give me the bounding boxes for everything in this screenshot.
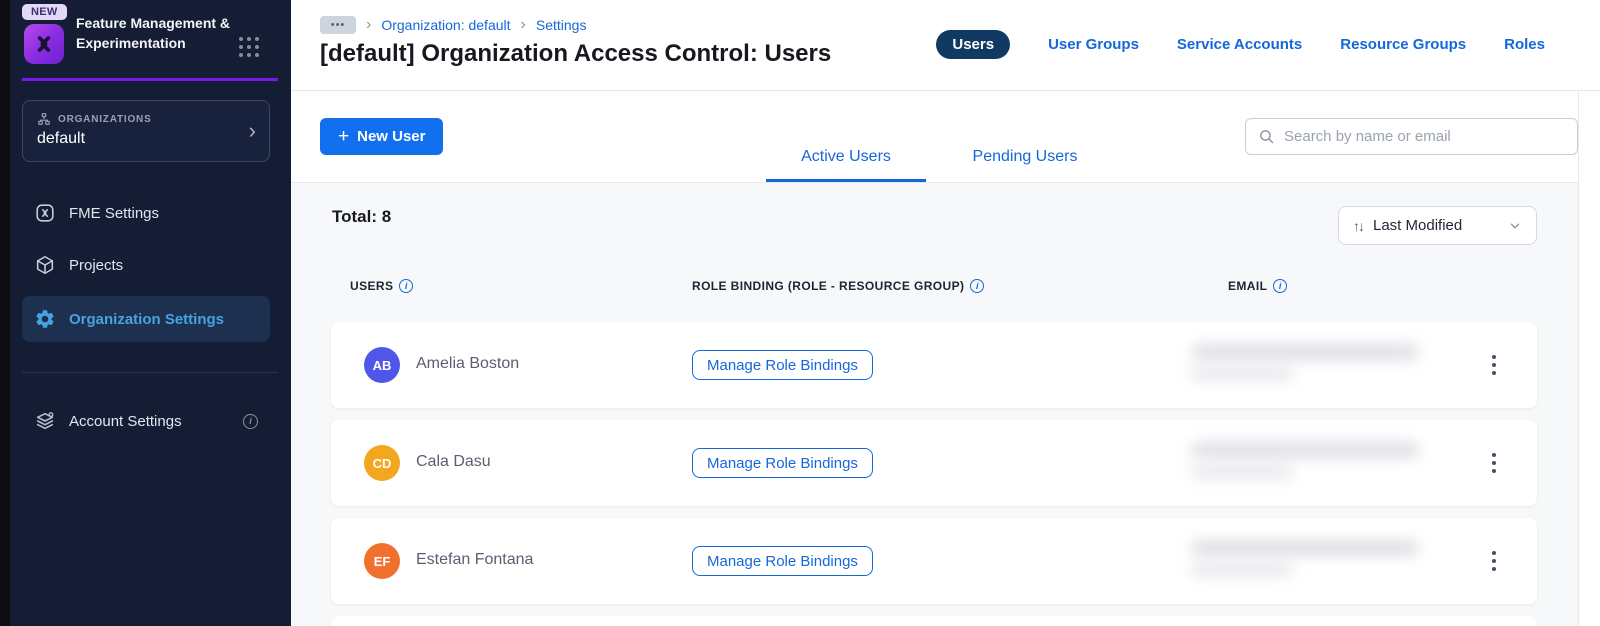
info-icon[interactable]: i	[243, 413, 258, 429]
info-icon[interactable]: i	[399, 279, 414, 293]
user-name: Estefan Fontana	[416, 551, 534, 568]
apps-grid-icon[interactable]	[239, 37, 259, 57]
redacted-email	[1191, 540, 1431, 576]
column-role-binding: ROLE BINDING (ROLE - RESOURCE GROUP) i	[692, 279, 985, 293]
page-header: ••• › Organization: default › Settings […	[291, 0, 1600, 91]
info-icon[interactable]: i	[970, 279, 985, 293]
tab-pending-users[interactable]: Pending Users	[960, 148, 1090, 182]
table-row: AB Amelia Boston Manage Role Bindings	[331, 322, 1537, 408]
breadcrumb-link-settings[interactable]: Settings	[536, 17, 587, 33]
cube-icon	[36, 255, 54, 275]
window-edge-strip	[0, 0, 10, 626]
search-icon	[1260, 130, 1274, 144]
tab-roles[interactable]: Roles	[1504, 36, 1545, 53]
breadcrumb-link-organization[interactable]: Organization: default	[381, 17, 510, 33]
table-row-partial	[331, 616, 1537, 626]
chevron-right-icon: ›	[366, 16, 372, 33]
search-input[interactable]	[1284, 128, 1565, 145]
manage-role-bindings-button[interactable]: Manage Role Bindings	[692, 350, 873, 380]
kebab-menu-button[interactable]	[1471, 420, 1517, 506]
sidebar: NEW Feature Management & Experimentation…	[10, 0, 291, 626]
table-row: EF Estefan Fontana Manage Role Bindings	[331, 518, 1537, 604]
sidebar-item-label: Account Settings	[69, 412, 182, 430]
user-name: Amelia Boston	[416, 355, 520, 372]
kebab-menu-button[interactable]	[1471, 518, 1517, 604]
breadcrumb-ellipsis-button[interactable]: •••	[320, 16, 356, 34]
sort-arrows-icon: ↑↓	[1353, 217, 1365, 234]
brand-divider	[22, 78, 278, 81]
manage-role-bindings-button[interactable]: Manage Role Bindings	[692, 448, 873, 478]
total-count: Total: 8	[332, 207, 391, 227]
product-logo-icon	[24, 24, 64, 64]
sort-selected-value: Last Modified	[1373, 217, 1463, 234]
total-label: Total:	[332, 207, 378, 226]
new-badge: NEW	[22, 4, 67, 20]
main-area: ••• › Organization: default › Settings […	[291, 0, 1600, 626]
org-selector-label: ORGANIZATIONS	[58, 113, 152, 125]
sidebar-item-account-settings[interactable]: Account Settings i	[22, 398, 270, 444]
fme-settings-icon	[36, 204, 54, 222]
table-row: CD Cala Dasu Manage Role Bindings	[331, 420, 1537, 506]
tab-resource-groups[interactable]: Resource Groups	[1340, 36, 1466, 53]
redacted-email	[1191, 442, 1431, 478]
tab-active-users[interactable]: Active Users	[766, 148, 926, 182]
toolbar: + New User Active Users Pending Users	[291, 91, 1578, 183]
sidebar-item-fme-settings[interactable]: FME Settings	[22, 190, 270, 236]
content-right-gutter	[1578, 91, 1600, 626]
chevron-down-icon	[1510, 223, 1520, 228]
column-label: ROLE BINDING (ROLE - RESOURCE GROUP)	[692, 279, 965, 293]
sort-dropdown[interactable]: ↑↓ Last Modified	[1338, 206, 1537, 245]
sidebar-item-label: Projects	[69, 256, 124, 274]
new-user-button-label: New User	[357, 128, 426, 145]
total-value: 8	[381, 207, 392, 226]
layers-gear-icon	[36, 412, 54, 430]
new-user-button[interactable]: + New User	[320, 118, 444, 155]
redacted-email	[1191, 344, 1431, 380]
org-selector-value: default	[37, 130, 86, 147]
user-name: Cala Dasu	[416, 453, 491, 470]
user-list-subtabs: Active Users Pending Users	[766, 148, 1090, 182]
org-hierarchy-icon	[38, 113, 50, 125]
kebab-menu-button[interactable]	[1471, 322, 1517, 408]
chevron-right-icon: ›	[248, 118, 256, 143]
avatar: CD	[364, 445, 400, 481]
sidebar-item-label: FME Settings	[69, 204, 160, 222]
sidebar-item-organization-settings[interactable]: Organization Settings	[22, 296, 270, 342]
page-title: [default] Organization Access Control: U…	[320, 40, 832, 67]
avatar: EF	[364, 543, 400, 579]
info-icon[interactable]: i	[1273, 279, 1288, 293]
app-screen: NEW Feature Management & Experimentation…	[0, 0, 1600, 626]
organization-selector[interactable]: ORGANIZATIONS default ›	[22, 100, 270, 162]
column-email: EMAIL i	[1228, 279, 1288, 293]
product-title: Feature Management & Experimentation	[76, 15, 231, 51]
column-label: EMAIL	[1228, 279, 1268, 293]
plus-icon: +	[338, 125, 350, 147]
sidebar-item-projects[interactable]: Projects	[22, 242, 270, 288]
users-list-panel: Total: 8 ↑↓ Last Modified USERS i ROLE B…	[291, 183, 1578, 626]
breadcrumb: ••• › Organization: default › Settings	[320, 16, 586, 34]
tab-user-groups[interactable]: User Groups	[1048, 36, 1139, 53]
sidebar-item-label: Organization Settings	[69, 310, 225, 328]
column-users: USERS i	[350, 279, 414, 293]
manage-role-bindings-button[interactable]: Manage Role Bindings	[692, 546, 873, 576]
gear-icon	[36, 310, 54, 328]
tab-users[interactable]: Users	[936, 30, 1011, 59]
tab-service-accounts[interactable]: Service Accounts	[1177, 36, 1302, 53]
column-label: USERS	[350, 279, 394, 293]
avatar: AB	[364, 347, 400, 383]
sidebar-divider	[22, 372, 278, 373]
chevron-right-icon: ›	[520, 16, 526, 33]
search-field[interactable]	[1245, 118, 1578, 155]
access-control-tabs: Users User Groups Service Accounts Resou…	[936, 30, 1545, 59]
